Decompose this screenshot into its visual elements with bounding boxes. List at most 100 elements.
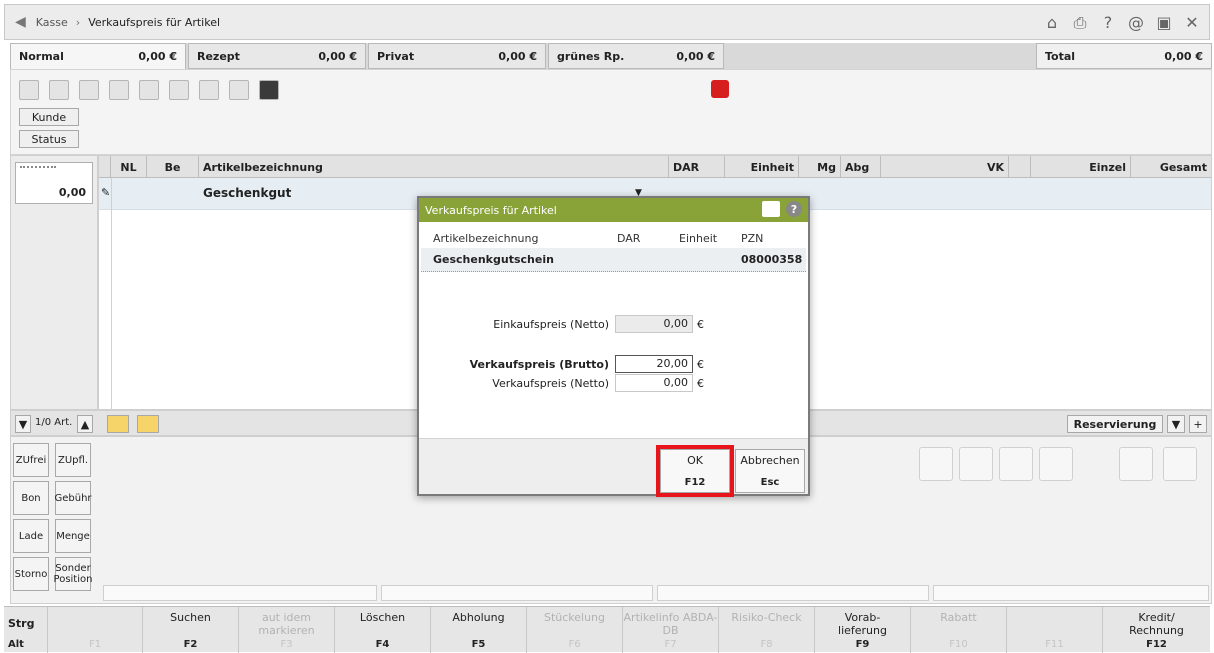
fkey-f2-suchen[interactable]: Suchen F2: [143, 607, 239, 653]
add-icon[interactable]: +: [1189, 415, 1207, 433]
header-dar[interactable]: DAR: [669, 156, 725, 178]
calendar-folder-icon[interactable]: [137, 415, 159, 433]
print-icon[interactable]: ⎙: [1071, 13, 1089, 33]
header-mg[interactable]: Mg: [799, 156, 841, 178]
verkaufspreis-netto-label: Verkaufspreis (Netto): [492, 377, 609, 390]
fkey-f3-aut-idem[interactable]: aut idem markieren F3: [239, 607, 335, 653]
header-gesamt[interactable]: Gesamt: [1131, 156, 1211, 178]
card-icon[interactable]: [19, 80, 39, 100]
fkey-f5-abholung[interactable]: Abholung F5: [431, 607, 527, 653]
header-artikelbezeichnung[interactable]: Artikelbezeichnung: [199, 156, 669, 178]
baby-icon: [959, 447, 993, 481]
currency-label: €: [697, 318, 704, 331]
fkey-key: F1: [88, 639, 102, 650]
fkey-f10-rabatt[interactable]: Rabatt F10: [911, 607, 1007, 653]
tabs-bar: Normal 0,00 € Rezept 0,00 € Privat 0,00 …: [10, 43, 1212, 69]
tool-icon[interactable]: [169, 80, 189, 100]
bon-button[interactable]: Bon: [13, 481, 49, 515]
home-icon[interactable]: ⌂: [1043, 13, 1061, 33]
tab-rezept[interactable]: Rezept 0,00 €: [188, 43, 366, 69]
calendar-icon[interactable]: [229, 80, 249, 100]
fkey-f4-loeschen[interactable]: Löschen F4: [335, 607, 431, 653]
dialog-col-pzn: PZN: [741, 232, 764, 245]
fkey-label: Stückelung: [543, 611, 606, 624]
fkey-f6-stueckelung[interactable]: Stückelung F6: [527, 607, 623, 653]
currency-label: €: [697, 377, 704, 390]
fkey-key: F2: [183, 639, 198, 650]
receipt-preview[interactable]: 0,00: [15, 162, 93, 204]
status-field-2: [381, 585, 653, 601]
fkey-f8-risiko-check[interactable]: Risiko-Check F8: [719, 607, 815, 653]
fkey-f1[interactable]: F1: [48, 607, 143, 653]
exchange-icon: [1163, 447, 1197, 481]
folder-icon[interactable]: [107, 415, 129, 433]
header-vk[interactable]: VK: [881, 156, 1009, 178]
cancel-button[interactable]: Abbrechen Esc: [735, 449, 805, 493]
total-label: Total: [1045, 49, 1076, 63]
zupfl-button[interactable]: ZUpfl.: [55, 443, 91, 477]
scroll-down-button[interactable]: ▼: [15, 415, 31, 433]
zufrei-button[interactable]: ZUfrei: [13, 443, 49, 477]
dialog-title: Verkaufspreis für Artikel: [425, 203, 557, 217]
fkey-f9-vorablieferung[interactable]: Vorab-lieferung F9: [815, 607, 911, 653]
gear-icon[interactable]: [139, 80, 159, 100]
header-nl[interactable]: NL: [111, 156, 147, 178]
status-button[interactable]: Status: [19, 130, 79, 148]
storno-button[interactable]: Storno: [13, 557, 49, 591]
sonder-position-button[interactable]: Sonder Position: [54, 557, 92, 591]
breadcrumb-kasse[interactable]: Kasse: [36, 16, 68, 29]
scroll-up-button[interactable]: ▲: [77, 415, 93, 433]
fkey-key: Alt: [8, 639, 24, 650]
window-icon[interactable]: ▣: [1155, 13, 1173, 33]
handshake-icon[interactable]: [49, 80, 69, 100]
help-icon[interactable]: ?: [786, 201, 802, 217]
reservierung-button[interactable]: Reservierung: [1067, 415, 1163, 433]
header-einheit[interactable]: Einheit: [725, 156, 799, 178]
dialog-footer: OK F12 Abbrechen Esc: [419, 438, 808, 497]
pills-icon[interactable]: [79, 80, 99, 100]
fkey-key: F9: [855, 639, 870, 650]
gebuehr-button[interactable]: Gebühr: [54, 481, 92, 515]
lade-button[interactable]: Lade: [13, 519, 49, 553]
menge-button[interactable]: Menge: [55, 519, 91, 553]
verkaufspreis-brutto-input[interactable]: 20,00: [615, 355, 693, 373]
document-icon[interactable]: [762, 201, 780, 217]
pipette-icon: [1039, 447, 1073, 481]
reservierung-dropdown[interactable]: ▼: [1167, 415, 1185, 433]
close-icon[interactable]: ✕: [1183, 13, 1201, 33]
grid-header: NL Be Artikelbezeichnung DAR Einheit Mg …: [99, 156, 1211, 178]
fkey-f7-artikelinfo[interactable]: Artikelinfo ABDA-DB F7: [623, 607, 719, 653]
currency-label: €: [697, 358, 704, 371]
header-be[interactable]: Be: [147, 156, 199, 178]
tab-label: Normal: [19, 50, 64, 63]
tab-gruenes-rp[interactable]: grünes Rp. 0,00 €: [548, 43, 724, 69]
at-icon[interactable]: @: [1127, 13, 1145, 33]
einkaufspreis-label: Einkaufspreis (Netto): [493, 318, 609, 331]
dialog-artikel: Geschenkgutschein: [433, 253, 554, 266]
verkaufspreis-dialog: Verkaufspreis für Artikel ? Artikelbezei…: [417, 196, 810, 497]
header-abg[interactable]: Abg: [841, 156, 881, 178]
tab-normal[interactable]: Normal 0,00 €: [10, 43, 186, 69]
header-einzel[interactable]: Einzel: [1031, 156, 1131, 178]
page-title: Verkaufspreis für Artikel: [88, 15, 221, 29]
fkey-label: Artikelinfo ABDA-DB: [623, 611, 718, 637]
document-icon[interactable]: [199, 80, 219, 100]
help-icon[interactable]: ?: [1099, 13, 1117, 33]
receipt-value: 0,00: [58, 186, 86, 199]
kunde-button[interactable]: Kunde: [19, 108, 79, 126]
fkey-key: F5: [471, 639, 486, 650]
verkaufspreis-netto-input[interactable]: 0,00: [615, 374, 693, 392]
dialog-header: Verkaufspreis für Artikel ?: [419, 198, 808, 222]
grid-icon[interactable]: [259, 80, 279, 100]
pen-icon: [999, 447, 1033, 481]
stop-icon[interactable]: [711, 80, 729, 98]
back-icon[interactable]: ◀: [15, 14, 26, 30]
fkey-f12-kredit-rechnung[interactable]: Kredit/ Rechnung F12: [1103, 607, 1210, 653]
people-icon[interactable]: [109, 80, 129, 100]
edit-icon[interactable]: ✎: [101, 186, 110, 199]
title-icons: ⌂ ⎙ ? @ ▣ ✕: [1043, 13, 1201, 33]
tab-privat[interactable]: Privat 0,00 €: [368, 43, 546, 69]
fkey-f11[interactable]: F11: [1007, 607, 1103, 653]
status-field-3: [657, 585, 929, 601]
dialog-article-row[interactable]: Geschenkgutschein 08000358: [421, 248, 806, 272]
